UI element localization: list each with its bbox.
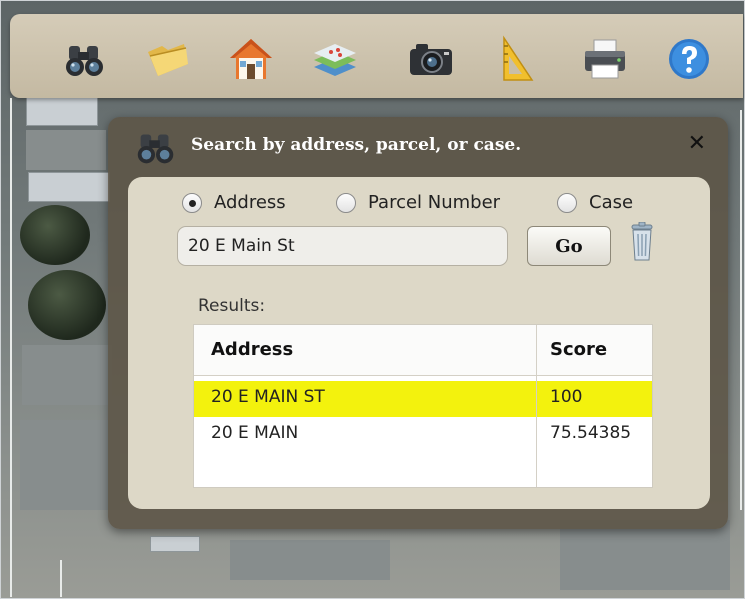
radio-case[interactable]: Case — [557, 192, 633, 213]
radio-parcel-number-indicator[interactable] — [336, 192, 356, 213]
radio-address-label: Address — [214, 192, 286, 213]
radio-parcel-number-label: Parcel Number — [368, 192, 501, 213]
folder-icon[interactable] — [142, 34, 192, 84]
layers-icon[interactable] — [310, 34, 360, 84]
table-row[interactable]: 20 E MAIN 75.54385 — [194, 417, 652, 453]
radio-case-indicator[interactable] — [557, 192, 577, 213]
vehicle — [150, 536, 200, 552]
results-label: Results: — [198, 296, 266, 316]
cell-address: 20 E MAIN — [211, 423, 299, 443]
column-header-address[interactable]: Address — [211, 339, 293, 360]
radio-address-indicator[interactable] — [182, 192, 202, 213]
panel-title: Search by address, parcel, or case. — [191, 135, 522, 155]
home-icon[interactable] — [226, 34, 276, 84]
binoculars-icon — [137, 134, 174, 164]
building-roof — [28, 172, 110, 202]
help-icon[interactable] — [664, 34, 714, 84]
cell-score: 100 — [550, 387, 583, 407]
toolbar — [10, 14, 743, 98]
map-street-line — [10, 98, 12, 597]
column-divider — [536, 325, 537, 487]
binoculars-icon[interactable] — [60, 34, 110, 84]
table-header: Address Score — [194, 325, 652, 376]
measure-triangle-icon[interactable] — [492, 34, 542, 84]
camera-icon[interactable] — [406, 34, 456, 84]
cell-address: 20 E MAIN ST — [211, 387, 325, 407]
results-table: Address Score 20 E MAIN ST 100 20 E MAIN… — [193, 324, 653, 488]
street — [230, 540, 390, 580]
printer-icon[interactable] — [580, 34, 630, 84]
map-street-line — [740, 110, 742, 510]
go-button[interactable]: Go — [527, 226, 611, 266]
trash-icon[interactable] — [628, 222, 656, 264]
parking-lot — [20, 420, 120, 510]
cell-score: 75.54385 — [550, 423, 632, 443]
radio-parcel-number[interactable]: Parcel Number — [336, 192, 500, 213]
radio-address[interactable]: Address — [182, 192, 286, 213]
map-street-line — [60, 560, 62, 597]
parking-lot — [560, 520, 730, 590]
building-roof — [26, 96, 98, 126]
parking-lot — [26, 130, 106, 170]
search-input[interactable] — [177, 226, 508, 266]
parking-lot — [22, 345, 112, 405]
table-row[interactable]: 20 E MAIN ST 100 — [194, 381, 652, 417]
column-header-score[interactable]: Score — [550, 339, 607, 360]
radio-case-label: Case — [589, 192, 634, 213]
tree — [20, 205, 90, 265]
close-button[interactable]: ✕ — [688, 131, 706, 156]
tree — [28, 270, 106, 340]
